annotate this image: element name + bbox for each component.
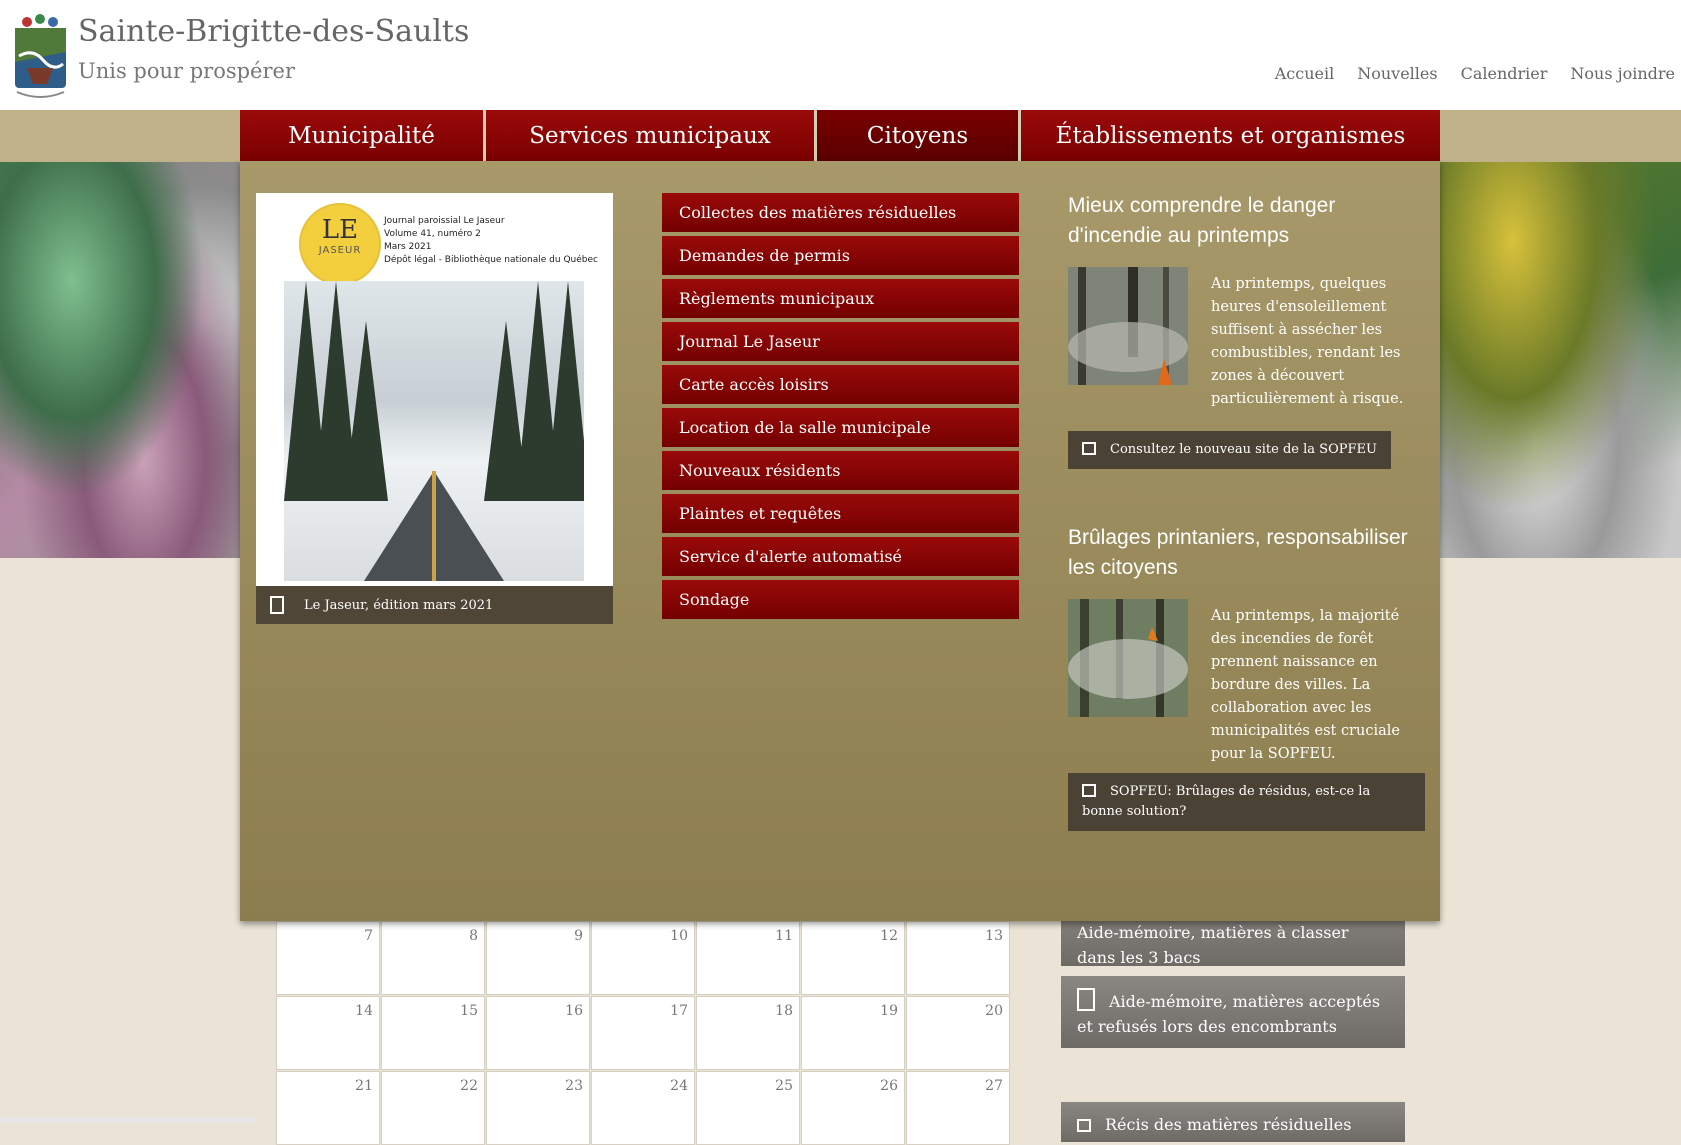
jaseur-logo: LE JASEUR [299, 203, 381, 285]
news-title[interactable]: Mieux comprendre le danger d'incendie au… [1068, 191, 1426, 251]
top-link-calendrier[interactable]: Calendrier [1461, 64, 1548, 83]
nav-item-etablissements[interactable]: Établissements et organismes [1021, 110, 1440, 161]
nav-item-citoyens[interactable]: Citoyens [817, 110, 1021, 161]
jaseur-meta-line: Mars 2021 [384, 242, 432, 252]
news-title[interactable]: Brûlages printaniers, responsabiliser le… [1068, 523, 1426, 583]
winter-road-photo [284, 281, 584, 581]
external-link-icon [1077, 1119, 1091, 1132]
jaseur-meta: Journal paroissial Le Jaseur Volume 41, … [384, 215, 598, 267]
citoyens-mega-menu: LE JASEUR Journal paroissial Le Jaseur V… [240, 161, 1440, 921]
sidebar-button-label: Récis des matières résiduelles [1105, 1115, 1352, 1134]
sidebar-button-external[interactable]: Récis des matières résiduelles [1061, 1102, 1405, 1142]
external-link-icon [1082, 784, 1096, 797]
sopfeu-brulages-button[interactable]: SOPFEU: Brûlages de résidus, est-ce la b… [1068, 773, 1425, 831]
document-icon [270, 596, 284, 614]
calendar-day-cell[interactable]: 12 [801, 921, 905, 995]
menu-link-journal[interactable]: Journal Le Jaseur [662, 322, 1019, 361]
calendar-day-cell[interactable]: 25 [696, 1071, 800, 1145]
hero-image-right [1440, 162, 1681, 558]
menu-link-reglements[interactable]: Règlements municipaux [662, 279, 1019, 318]
calendar-day-cell[interactable]: 27 [906, 1071, 1010, 1145]
menu-link-sondage[interactable]: Sondage [662, 580, 1019, 619]
calendar-day-cell[interactable]: 13 [906, 921, 1010, 995]
top-link-accueil[interactable]: Accueil [1275, 64, 1334, 83]
calendar-day-cell[interactable]: 23 [486, 1071, 590, 1145]
menu-link-plaintes[interactable]: Plaintes et requêtes [662, 494, 1019, 533]
top-links: Accueil Nouvelles Calendrier Nous joindr… [1252, 64, 1681, 83]
sidebar-button-aide-memoire-encombrants[interactable]: Aide-mémoire, matières acceptés et refus… [1061, 976, 1405, 1048]
jaseur-logo-main: LE [321, 215, 359, 245]
nav-item-services-municipaux[interactable]: Services municipaux [486, 110, 817, 161]
menu-link-permis[interactable]: Demandes de permis [662, 236, 1019, 275]
menu-link-nouveaux-residents[interactable]: Nouveaux résidents [662, 451, 1019, 490]
menu-link-alerte[interactable]: Service d'alerte automatisé [662, 537, 1019, 576]
calendar-day-cell[interactable]: 7 [276, 921, 380, 995]
external-link-icon [1082, 442, 1096, 455]
sidebar-button-label: Aide-mémoire, matières acceptés et refus… [1077, 992, 1381, 1036]
calendar-day-cell[interactable]: 8 [381, 921, 485, 995]
main-nav: Municipalité Services municipaux Citoyen… [240, 110, 1440, 161]
jaseur-cover-image[interactable]: LE JASEUR Journal paroissial Le Jaseur V… [256, 193, 613, 623]
site-title[interactable]: Sainte-Brigitte-des-Saults [78, 14, 469, 49]
calendar-day-cell[interactable]: 15 [381, 996, 485, 1070]
jaseur-logo-sub: JASEUR [318, 245, 362, 256]
document-icon [1077, 988, 1095, 1011]
nav-item-municipalite[interactable]: Municipalité [240, 110, 486, 161]
calendar-day-cell[interactable]: 10 [591, 921, 695, 995]
jaseur-meta-line: Volume 41, numéro 2 [384, 229, 481, 239]
menu-link-location-salle[interactable]: Location de la salle municipale [662, 408, 1019, 447]
sidebar-button-label: Aide-mémoire, matières à classer dans le… [1077, 923, 1349, 967]
news-item-danger-incendie: Mieux comprendre le danger d'incendie au… [1068, 191, 1426, 481]
calendar-day-cell[interactable]: 21 [276, 1071, 380, 1145]
top-link-nous-joindre[interactable]: Nous joindre [1570, 64, 1675, 83]
calendar-day-cell[interactable]: 20 [906, 996, 1010, 1070]
horizontal-scrollbar[interactable] [0, 1117, 257, 1123]
calendar-day-cell[interactable]: 22 [381, 1071, 485, 1145]
sopfeu-site-button[interactable]: Consultez le nouveau site de la SOPFEU [1068, 431, 1391, 469]
site-tagline: Unis pour prospérer [78, 59, 295, 83]
news-item-brulages: Brûlages printaniers, responsabiliser le… [1068, 523, 1426, 831]
top-link-nouvelles[interactable]: Nouvelles [1357, 64, 1437, 83]
forest-fire-thumbnail[interactable] [1068, 267, 1188, 385]
calendar-day-cell[interactable]: 17 [591, 996, 695, 1070]
button-label: SOPFEU: Brûlages de résidus, est-ce la b… [1082, 784, 1371, 819]
site-header: Sainte-Brigitte-des-Saults Unis pour pro… [0, 0, 1681, 110]
menu-link-carte-loisirs[interactable]: Carte accès loisirs [662, 365, 1019, 404]
calendar-day-cell[interactable]: 24 [591, 1071, 695, 1145]
citoyens-link-list: Collectes des matières résiduelles Deman… [662, 193, 1019, 623]
jaseur-meta-line: Journal paroissial Le Jaseur [384, 216, 505, 226]
calendar-day-cell[interactable]: 19 [801, 996, 905, 1070]
jaseur-meta-line: Dépôt légal - Bibliothèque nationale du … [384, 255, 598, 265]
calendar-day-cell[interactable]: 11 [696, 921, 800, 995]
calendar-day-cell[interactable]: 26 [801, 1071, 905, 1145]
button-label: Consultez le nouveau site de la SOPFEU [1110, 442, 1377, 457]
news-text: Au printemps, la majorité des incendies … [1211, 608, 1400, 762]
calendar-day-cell[interactable]: 9 [486, 921, 590, 995]
calendar-day-cell[interactable]: 18 [696, 996, 800, 1070]
news-text: Au printemps, quelques heures d'ensoleil… [1211, 276, 1404, 407]
calendar-day-cell[interactable]: 16 [486, 996, 590, 1070]
jaseur-caption-label: Le Jaseur, édition mars 2021 [304, 597, 494, 613]
calendar-day-cell[interactable]: 14 [276, 996, 380, 1070]
hero-image-left [0, 162, 240, 558]
smoky-forest-thumbnail[interactable] [1068, 599, 1188, 717]
menu-link-collectes[interactable]: Collectes des matières résiduelles [662, 193, 1019, 232]
jaseur-caption-link[interactable]: Le Jaseur, édition mars 2021 [256, 586, 613, 624]
municipal-crest-logo[interactable] [13, 12, 68, 100]
